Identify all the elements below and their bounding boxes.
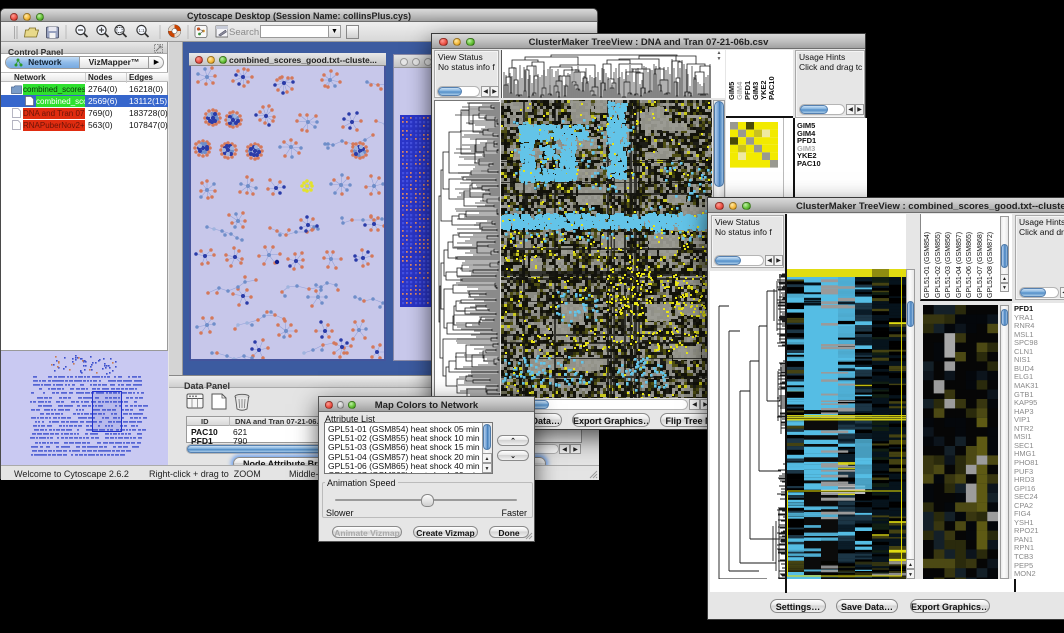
svg-text:1:1: 1:1 bbox=[138, 28, 145, 33]
